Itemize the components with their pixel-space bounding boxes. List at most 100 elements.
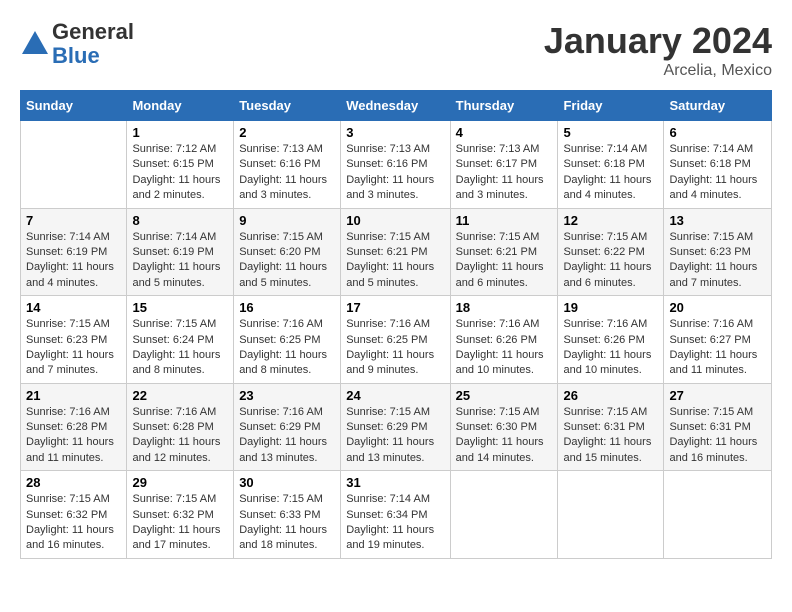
day-info: Sunrise: 7:14 AM Sunset: 6:18 PM Dayligh… [669,142,766,204]
logo-blue: Blue [52,43,100,68]
day-info: Sunrise: 7:13 AM Sunset: 6:16 PM Dayligh… [239,142,335,204]
calendar-cell [664,471,772,559]
calendar-cell: 9Sunrise: 7:15 AM Sunset: 6:20 PM Daylig… [234,208,341,296]
day-number: 16 [239,300,335,315]
subtitle: Arcelia, Mexico [544,62,772,80]
day-info: Sunrise: 7:13 AM Sunset: 6:16 PM Dayligh… [346,142,444,204]
day-info: Sunrise: 7:16 AM Sunset: 6:25 PM Dayligh… [239,317,335,379]
day-number: 31 [346,475,444,490]
calendar-cell: 15 Sunrise: 7:15 AM Sunset: 6:24 PM Dayli… [127,296,234,384]
day-number: 13 [669,213,766,228]
calendar-cell: 22 Sunrise: 7:16 AM Sunset: 6:28 PM Dayli… [127,383,234,471]
day-number: 3 [346,125,444,140]
day-info: Sunrise: 7:15 AM Sunset: 6:23 PM Dayligh… [669,230,766,292]
logo-general: General [52,19,134,44]
day-number: 29 [132,475,228,490]
header-cell-sunday: Sunday [21,91,127,121]
day-info: Sunrise: 7:14 AM Sunset: 6:18 PM Dayligh… [563,142,658,204]
calendar-cell [21,121,127,209]
calendar-header: SundayMondayTuesdayWednesdayThursdayFrid… [21,91,772,121]
calendar-cell: 20 Sunrise: 7:16 AM Sunset: 6:27 PM Dayli… [664,296,772,384]
calendar-cell: 5Sunrise: 7:14 AM Sunset: 6:18 PM Daylig… [558,121,664,209]
day-number: 26 [563,388,658,403]
calendar-cell: 3 Sunrise: 7:13 AM Sunset: 6:16 PM Daylig… [341,121,450,209]
day-info: Sunrise: 7:15 AM Sunset: 6:31 PM Dayligh… [669,405,766,467]
calendar-cell [558,471,664,559]
calendar-cell: 11 Sunrise: 7:15 AM Sunset: 6:21 PM Dayli… [450,208,558,296]
day-number: 10 [346,213,444,228]
day-info: Sunrise: 7:15 AM Sunset: 6:22 PM Dayligh… [563,230,658,292]
calendar-cell: 13 Sunrise: 7:15 AM Sunset: 6:23 PM Dayli… [664,208,772,296]
calendar-cell: 25 Sunrise: 7:15 AM Sunset: 6:30 PM Dayli… [450,383,558,471]
calendar-cell: 18 Sunrise: 7:16 AM Sunset: 6:26 PM Dayli… [450,296,558,384]
day-number: 24 [346,388,444,403]
day-info: Sunrise: 7:16 AM Sunset: 6:25 PM Dayligh… [346,317,444,379]
day-number: 14 [26,300,121,315]
day-number: 7 [26,213,121,228]
week-row-1: 1 Sunrise: 7:12 AM Sunset: 6:15 PM Daylig… [21,121,772,209]
day-info: Sunrise: 7:12 AM Sunset: 6:15 PM Dayligh… [132,142,228,204]
day-info: Sunrise: 7:16 AM Sunset: 6:26 PM Dayligh… [456,317,553,379]
day-info: Sunrise: 7:15 AM Sunset: 6:31 PM Dayligh… [563,405,658,467]
day-number: 23 [239,388,335,403]
day-info: Sunrise: 7:15 AM Sunset: 6:32 PM Dayligh… [26,492,121,554]
day-info: Sunrise: 7:15 AM Sunset: 6:23 PM Dayligh… [26,317,121,379]
day-info: Sunrise: 7:15 AM Sunset: 6:33 PM Dayligh… [239,492,335,554]
calendar-cell: 19 Sunrise: 7:16 AM Sunset: 6:26 PM Dayli… [558,296,664,384]
day-info: Sunrise: 7:16 AM Sunset: 6:27 PM Dayligh… [669,317,766,379]
week-row-3: 14 Sunrise: 7:15 AM Sunset: 6:23 PM Dayli… [21,296,772,384]
calendar-cell: 14 Sunrise: 7:15 AM Sunset: 6:23 PM Dayli… [21,296,127,384]
day-info: Sunrise: 7:16 AM Sunset: 6:26 PM Dayligh… [563,317,658,379]
title-block: January 2024 Arcelia, Mexico [544,20,772,80]
day-number: 17 [346,300,444,315]
day-info: Sunrise: 7:15 AM Sunset: 6:30 PM Dayligh… [456,405,553,467]
day-number: 8 [132,213,228,228]
day-info: Sunrise: 7:15 AM Sunset: 6:21 PM Dayligh… [346,230,444,292]
day-number: 1 [132,125,228,140]
calendar-cell: 1 Sunrise: 7:12 AM Sunset: 6:15 PM Daylig… [127,121,234,209]
day-number: 27 [669,388,766,403]
day-number: 22 [132,388,228,403]
calendar-cell: 29 Sunrise: 7:15 AM Sunset: 6:32 PM Dayli… [127,471,234,559]
day-number: 18 [456,300,553,315]
day-number: 11 [456,213,553,228]
calendar-cell: 26 Sunrise: 7:15 AM Sunset: 6:31 PM Dayli… [558,383,664,471]
day-info: Sunrise: 7:16 AM Sunset: 6:28 PM Dayligh… [132,405,228,467]
day-info: Sunrise: 7:14 AM Sunset: 6:34 PM Dayligh… [346,492,444,554]
week-row-4: 21 Sunrise: 7:16 AM Sunset: 6:28 PM Dayli… [21,383,772,471]
day-info: Sunrise: 7:16 AM Sunset: 6:29 PM Dayligh… [239,405,335,467]
week-row-5: 28Sunrise: 7:15 AM Sunset: 6:32 PM Dayli… [21,471,772,559]
day-info: Sunrise: 7:15 AM Sunset: 6:21 PM Dayligh… [456,230,553,292]
header-cell-thursday: Thursday [450,91,558,121]
calendar-cell: 30 Sunrise: 7:15 AM Sunset: 6:33 PM Dayli… [234,471,341,559]
day-number: 20 [669,300,766,315]
day-info: Sunrise: 7:14 AM Sunset: 6:19 PM Dayligh… [132,230,228,292]
header-cell-tuesday: Tuesday [234,91,341,121]
day-number: 4 [456,125,553,140]
header-cell-monday: Monday [127,91,234,121]
day-info: Sunrise: 7:15 AM Sunset: 6:24 PM Dayligh… [132,317,228,379]
day-info: Sunrise: 7:14 AM Sunset: 6:19 PM Dayligh… [26,230,121,292]
day-info: Sunrise: 7:15 AM Sunset: 6:20 PM Dayligh… [239,230,335,292]
day-info: Sunrise: 7:15 AM Sunset: 6:29 PM Dayligh… [346,405,444,467]
calendar-cell: 17 Sunrise: 7:16 AM Sunset: 6:25 PM Dayli… [341,296,450,384]
calendar-cell: 10 Sunrise: 7:15 AM Sunset: 6:21 PM Dayli… [341,208,450,296]
logo: General Blue [20,20,134,68]
calendar-cell: 28Sunrise: 7:15 AM Sunset: 6:32 PM Dayli… [21,471,127,559]
day-number: 30 [239,475,335,490]
main-title: January 2024 [544,20,772,62]
day-number: 15 [132,300,228,315]
calendar-cell: 21Sunrise: 7:16 AM Sunset: 6:28 PM Dayli… [21,383,127,471]
day-number: 19 [563,300,658,315]
calendar-cell: 31 Sunrise: 7:14 AM Sunset: 6:34 PM Dayli… [341,471,450,559]
calendar-cell: 7 Sunrise: 7:14 AM Sunset: 6:19 PM Daylig… [21,208,127,296]
calendar-cell: 27 Sunrise: 7:15 AM Sunset: 6:31 PM Dayli… [664,383,772,471]
calendar-body: 1 Sunrise: 7:12 AM Sunset: 6:15 PM Daylig… [21,121,772,559]
day-number: 12 [563,213,658,228]
calendar-cell: 6 Sunrise: 7:14 AM Sunset: 6:18 PM Daylig… [664,121,772,209]
day-number: 6 [669,125,766,140]
day-number: 21 [26,388,121,403]
header-cell-saturday: Saturday [664,91,772,121]
day-number: 25 [456,388,553,403]
day-info: Sunrise: 7:15 AM Sunset: 6:32 PM Dayligh… [132,492,228,554]
